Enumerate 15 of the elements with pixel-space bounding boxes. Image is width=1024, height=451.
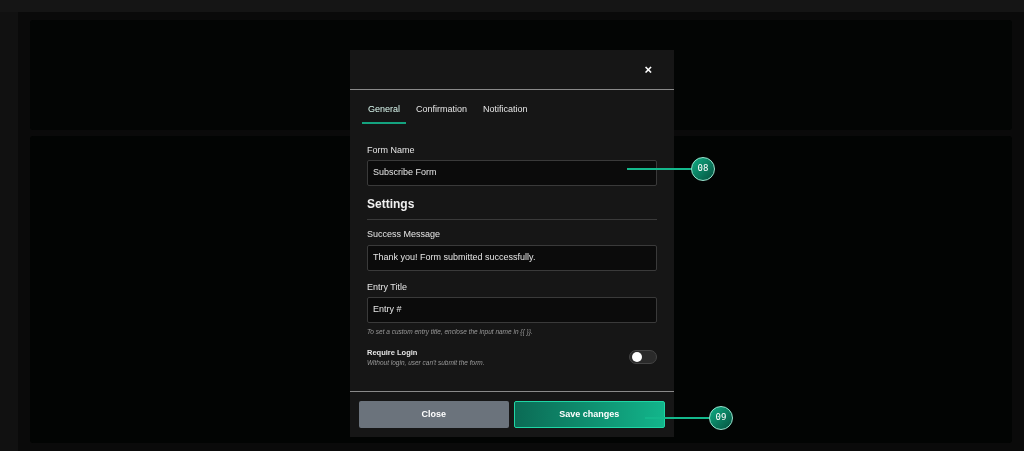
- entry-title-field[interactable]: Entry #: [367, 297, 657, 323]
- close-button[interactable]: Close: [359, 401, 509, 428]
- section-heading: Settings: [367, 195, 657, 220]
- tab[interactable]: Confirmation: [410, 103, 474, 124]
- success-message-field[interactable]: Thank you! Form submitted successfully.: [367, 244, 657, 271]
- leader-line: [645, 417, 709, 419]
- field-label: Success Message: [367, 228, 442, 241]
- tab[interactable]: Notification: [477, 103, 534, 124]
- leader-line: [627, 168, 691, 170]
- field-label: Form Name: [367, 143, 416, 157]
- form-name-field[interactable]: Subscribe Form: [367, 160, 657, 186]
- save-button[interactable]: Save changes: [513, 401, 665, 428]
- toggle-switch[interactable]: [629, 350, 657, 365]
- tab[interactable]: General: [362, 103, 407, 124]
- field-label: Entry Title: [367, 280, 408, 294]
